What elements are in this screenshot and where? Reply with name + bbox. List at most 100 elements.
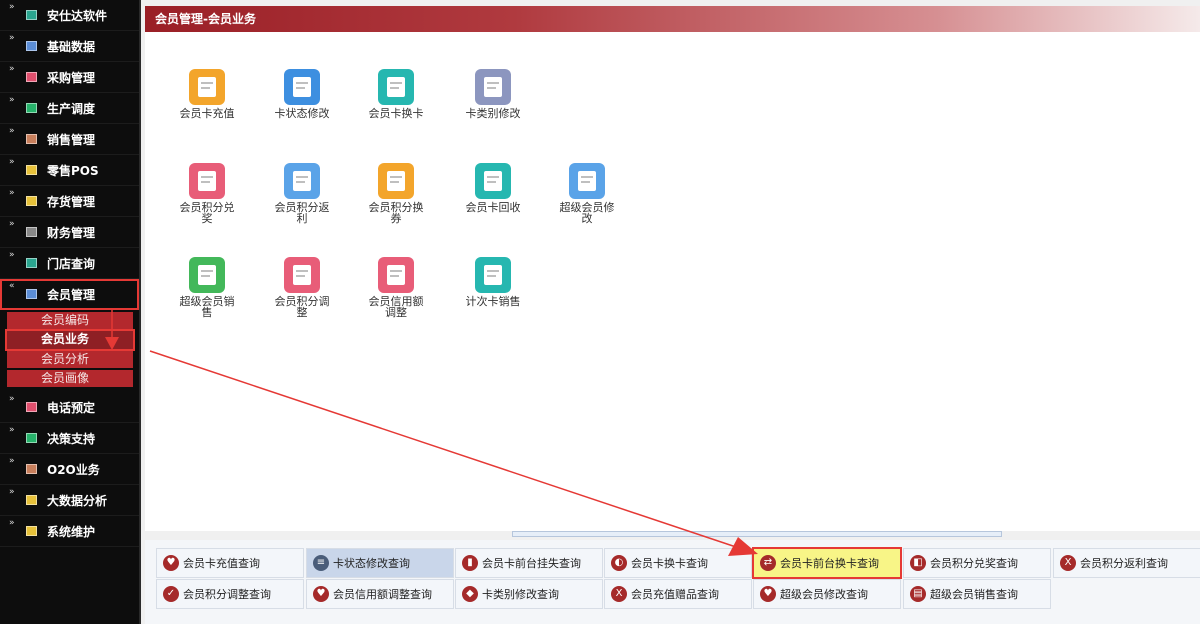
heart-icon: ♥: [163, 555, 179, 571]
tile-super-member-sales[interactable]: 超级会员销售: [169, 257, 245, 318]
sidebar-item-label: 基础数据: [47, 39, 96, 54]
doc-list-icon: [378, 257, 414, 293]
sidebar-item-big-data[interactable]: » 大数据分析: [0, 485, 139, 516]
exchange-icon: ⇄: [760, 555, 776, 571]
doc-icon: ▤: [910, 586, 926, 602]
module-icon: [26, 10, 37, 20]
chevron-down-icon: «: [9, 281, 15, 291]
query-front-lost[interactable]: ▮ 会员卡前台挂失查询: [455, 548, 603, 578]
tile-count-card-sales[interactable]: 计次卡销售: [455, 257, 531, 307]
chevron-right-icon: »: [9, 219, 15, 229]
sidebar-item-member-mgmt[interactable]: « 会员管理: [0, 279, 139, 310]
chevron-right-icon: »: [9, 2, 15, 12]
layers-icon: ≡: [313, 555, 329, 571]
module-icon: [26, 433, 37, 443]
query-card-status[interactable]: ≡ 卡状态修改查询: [306, 548, 454, 578]
module-icon: [26, 165, 37, 175]
module-icon: [26, 134, 37, 144]
query-credit-adjust[interactable]: ♥ 会员信用额调整查询: [306, 579, 454, 609]
chevron-right-icon: »: [9, 394, 15, 404]
module-icon: [26, 103, 37, 113]
query-points-adjust[interactable]: ✓ 会员积分调整查询: [156, 579, 304, 609]
sidebar-item-label: 系统维护: [47, 524, 96, 539]
query-recharge-gift[interactable]: X 会员充值赠品查询: [604, 579, 752, 609]
sidebar-item-label: 大数据分析: [47, 493, 108, 508]
sidebar-item-anshida[interactable]: » 安仕达软件: [0, 0, 139, 31]
query-card-type[interactable]: ◆ 卡类别修改查询: [455, 579, 603, 609]
tile-points-rebate[interactable]: 会员积分返利: [264, 163, 340, 224]
sidebar-item-system[interactable]: » 系统维护: [0, 516, 139, 547]
tile-member-card-recharge[interactable]: 会员卡充值: [169, 69, 245, 119]
heart-icon: ♥: [313, 586, 329, 602]
tile-card-type-edit[interactable]: 卡类别修改: [455, 69, 531, 119]
sidebar-item-label: 采购管理: [47, 70, 96, 85]
module-icon: [26, 495, 37, 505]
sidebar-item-label: O2O业务: [47, 462, 100, 477]
query-bar: ♥ 会员卡充值查询 ≡ 卡状态修改查询 ▮ 会员卡前台挂失查询 ◐ 会员卡换卡查询 ⇄ 会…: [145, 540, 1200, 624]
chevron-right-icon: »: [9, 64, 15, 74]
gift-icon: [189, 163, 225, 199]
horizontal-scrollbar[interactable]: [512, 531, 1002, 537]
query-super-member-edit[interactable]: ♥ 超级会员修改查询: [753, 579, 901, 609]
module-icon: [26, 41, 37, 51]
sidebar-item-finance[interactable]: » 财务管理: [0, 217, 139, 248]
x-icon: X: [1060, 555, 1076, 571]
sidebar-item-label: 财务管理: [47, 225, 96, 240]
submenu-member-portrait[interactable]: 会员画像: [7, 370, 133, 387]
query-super-member-sales[interactable]: ▤ 超级会员销售查询: [903, 579, 1051, 609]
query-points-rebate[interactable]: X 会员积分返利查询: [1053, 548, 1200, 578]
sidebar-item-store-query[interactable]: » 门店查询: [0, 248, 139, 279]
query-card-swap[interactable]: ◐ 会员卡换卡查询: [604, 548, 752, 578]
tile-member-card-swap[interactable]: 会员卡换卡: [358, 69, 434, 119]
submenu-member-code[interactable]: 会员编码: [7, 312, 133, 329]
swap-icon: ◐: [611, 555, 627, 571]
sidebar-item-label: 存货管理: [47, 194, 96, 209]
sidebar-item-o2o[interactable]: » O2O业务: [0, 454, 139, 485]
sidebar-item-label: 安仕达软件: [47, 8, 108, 23]
tile-credit-adjust[interactable]: 会员信用额 调整: [358, 257, 434, 318]
tile-points-adjust[interactable]: 会员积分调整: [264, 257, 340, 318]
sidebar-item-purchase[interactable]: » 采购管理: [0, 62, 139, 93]
edit-doc-icon: [569, 163, 605, 199]
tile-points-coupon[interactable]: 会员积分换券: [358, 163, 434, 224]
member-submenu: 会员编码 会员业务 会员分析 会员画像: [0, 310, 139, 392]
module-icon: [26, 402, 37, 412]
submenu-member-business[interactable]: 会员业务: [5, 329, 135, 351]
submenu-member-analysis[interactable]: 会员分析: [7, 351, 133, 368]
percent-doc-icon: [378, 163, 414, 199]
doc-check-icon: [284, 257, 320, 293]
sidebar-item-decision[interactable]: » 决策支持: [0, 423, 139, 454]
sidebar-item-inventory[interactable]: » 存货管理: [0, 186, 139, 217]
tile-card-recycle[interactable]: 会员卡回收: [455, 163, 531, 213]
tile-card-status-edit[interactable]: 卡状态修改: [264, 69, 340, 119]
query-recharge[interactable]: ♥ 会员卡充值查询: [156, 548, 304, 578]
sidebar-item-basic-data[interactable]: » 基础数据: [0, 31, 139, 62]
doc-gear-icon: [284, 163, 320, 199]
sidebar-item-sales[interactable]: » 销售管理: [0, 124, 139, 155]
sidebar: » 安仕达软件 » 基础数据 » 采购管理 » 生产调度 » 销售管理 » 零售POS » 存…: [0, 0, 141, 624]
x-icon: X: [611, 586, 627, 602]
sidebar-item-production[interactable]: » 生产调度: [0, 93, 139, 124]
gift-icon: ◧: [910, 555, 926, 571]
folder-upload-icon: [189, 257, 225, 293]
app-window: » 安仕达软件 » 基础数据 » 采购管理 » 生产调度 » 销售管理 » 零售POS » 存…: [0, 0, 1200, 624]
module-icon: [26, 258, 37, 268]
check-icon: ✓: [163, 586, 179, 602]
chevron-right-icon: »: [9, 95, 15, 105]
module-icon: [26, 196, 37, 206]
tile-points-redeem[interactable]: 会员积分兑奖: [169, 163, 245, 224]
module-icon: [26, 526, 37, 536]
module-icon: [26, 72, 37, 82]
sidebar-item-retail-pos[interactable]: » 零售POS: [0, 155, 139, 186]
tile-super-member-edit[interactable]: 超级会员修改: [549, 163, 625, 224]
query-points-redeem[interactable]: ◧ 会员积分兑奖查询: [903, 548, 1051, 578]
chevron-right-icon: »: [9, 487, 15, 497]
server-icon: [475, 69, 511, 105]
tag-icon: ◆: [462, 586, 478, 602]
chevron-right-icon: »: [9, 157, 15, 167]
sidebar-item-phone-booking[interactable]: » 电话预定: [0, 392, 139, 423]
chevron-right-icon: »: [9, 518, 15, 528]
chevron-right-icon: »: [9, 250, 15, 260]
query-front-swap[interactable]: ⇄ 会员卡前台换卡查询: [752, 547, 902, 579]
sidebar-item-label: 生产调度: [47, 101, 96, 116]
